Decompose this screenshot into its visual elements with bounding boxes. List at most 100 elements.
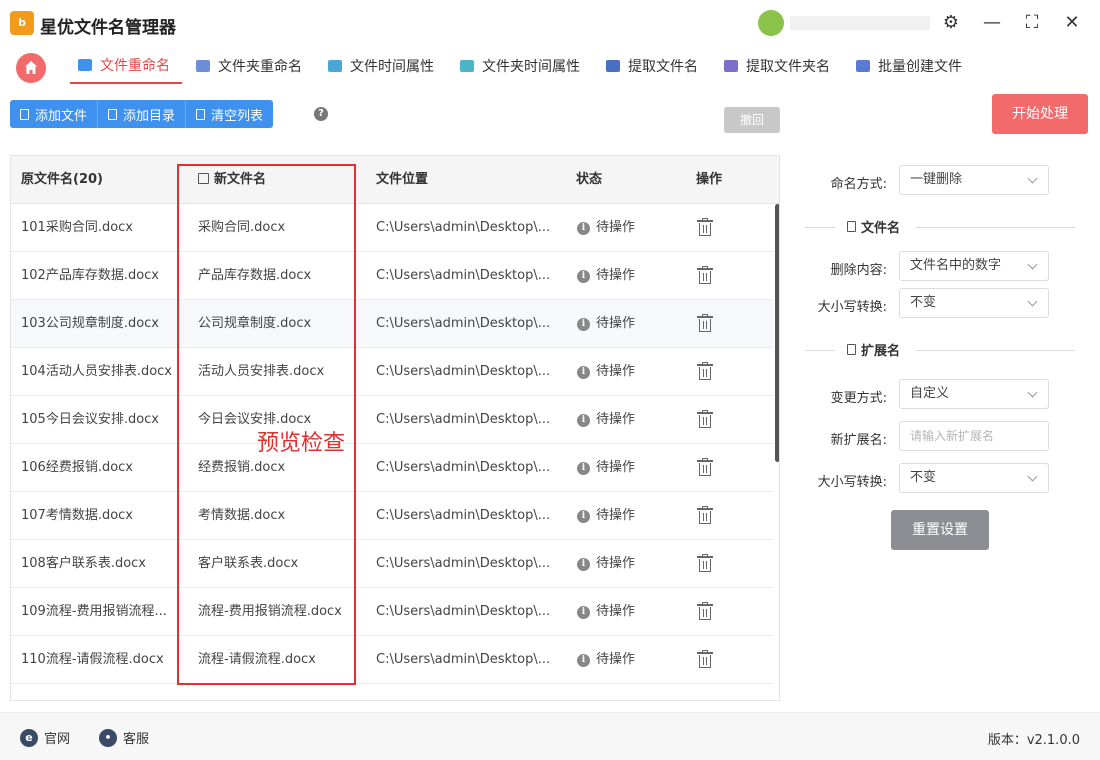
naming-method-select[interactable]: 一键删除: [899, 165, 1049, 195]
extract-filename-icon: [606, 60, 620, 72]
delete-row-icon[interactable]: [697, 314, 713, 332]
extension-case-select[interactable]: 不变: [899, 463, 1049, 493]
filename-section: 文件名: [805, 217, 1075, 237]
location-cell: C:\Users\admin\Desktop\...: [376, 652, 551, 667]
settings-icon[interactable]: ⚙: [938, 10, 964, 36]
tab-label: 文件夹重命名: [218, 59, 302, 75]
delete-row-icon[interactable]: [697, 650, 713, 668]
filename-case-select[interactable]: 不变: [899, 288, 1049, 318]
chat-icon: •: [99, 728, 117, 747]
info-icon: i: [577, 653, 590, 667]
close-button[interactable]: ✕: [1059, 10, 1085, 36]
footer: e 官网 • 客服 版本：v2.1.0.0: [0, 712, 1100, 760]
tab-folder-time[interactable]: 文件夹时间属性: [452, 48, 592, 84]
status-cell: i 待操作: [577, 444, 667, 492]
original-name-cell: 102产品库存数据.docx: [21, 268, 159, 283]
delete-content-select[interactable]: 文件名中的数字: [899, 251, 1049, 281]
user-avatar[interactable]: [758, 10, 784, 36]
home-button[interactable]: [16, 53, 46, 83]
document-icon: [847, 221, 856, 232]
location-cell: C:\Users\admin\Desktop\...: [376, 220, 551, 235]
app-title: 星优文件名管理器: [40, 18, 176, 38]
edit-icon: [198, 173, 209, 184]
tab-batch-create[interactable]: 批量创建文件: [848, 48, 974, 84]
ie-icon: e: [20, 728, 38, 747]
tab-extract-filename[interactable]: 提取文件名: [598, 48, 710, 84]
table-scrollbar[interactable]: [775, 204, 779, 462]
new-name-cell: 公司规章制度.docx: [198, 316, 312, 331]
app-logo-icon: b: [10, 11, 34, 35]
table-row[interactable]: 106经费报销.docx 经费报销.docx C:\Users\admin\Desk…: [11, 444, 773, 492]
flag-icon: [847, 344, 856, 355]
table-row[interactable]: 104活动人员安排表.docx 活动人员安排表.docx C:\Users\admi…: [11, 348, 773, 396]
undo-button[interactable]: 撤回: [724, 107, 780, 133]
table-body: 101采购合同.docx 采购合同.docx C:\Users\admin\Desk…: [11, 204, 773, 684]
folder-time-icon: [460, 60, 474, 72]
action-cell: [697, 588, 717, 636]
tab-folder-rename[interactable]: 文件夹重命名: [188, 48, 314, 84]
table-row[interactable]: 107考情数据.docx 考情数据.docx C:\Users\admin\Desk…: [11, 492, 773, 540]
chevron-down-icon: [1027, 173, 1038, 184]
minimize-button[interactable]: —: [979, 10, 1005, 36]
maximize-button[interactable]: ⛶: [1019, 10, 1045, 36]
header-original-name: 原文件名(20): [21, 172, 103, 187]
table-row[interactable]: 110流程-请假流程.docx 流程-请假流程.docx C:\Users\admi…: [11, 636, 773, 684]
header-action: 操作: [696, 172, 723, 187]
home-icon: [25, 61, 37, 74]
clear-list-button[interactable]: 清空列表: [186, 100, 274, 128]
extract-foldername-icon: [724, 60, 738, 72]
file-rename-icon: [78, 59, 92, 71]
table-row[interactable]: 109流程-费用报销流程... 流程-费用报销流程.docx C:\Users\ad…: [11, 588, 773, 636]
add-file-button[interactable]: 添加文件: [10, 100, 99, 128]
support-link[interactable]: • 客服: [99, 728, 149, 747]
new-extension-label: 新扩展名:: [830, 433, 887, 448]
table-row[interactable]: 101采购合同.docx 采购合同.docx C:\Users\admin\Desk…: [11, 204, 773, 252]
delete-row-icon[interactable]: [697, 602, 713, 620]
delete-row-icon[interactable]: [697, 362, 713, 380]
delete-row-icon[interactable]: [697, 506, 713, 524]
table-row[interactable]: 105今日会议安排.docx 今日会议安排.docx C:\Users\admin\…: [11, 396, 773, 444]
delete-row-icon[interactable]: [697, 458, 713, 476]
action-cell: [697, 444, 717, 492]
delete-row-icon[interactable]: [697, 266, 713, 284]
start-processing-button[interactable]: 开始处理: [992, 94, 1088, 134]
info-icon: i: [577, 605, 590, 619]
status-cell: i 待操作: [577, 636, 667, 684]
tab-bar: 文件重命名 文件夹重命名 文件时间属性 文件夹时间属性 提取文件名 提取文件夹名 批量创建文…: [70, 48, 980, 88]
reset-settings-button[interactable]: 重置设置: [891, 510, 989, 550]
website-link[interactable]: e 官网: [20, 728, 70, 747]
tab-file-rename[interactable]: 文件重命名: [70, 48, 182, 84]
header-status: 状态: [576, 172, 603, 187]
change-method-select[interactable]: 自定义: [899, 379, 1049, 409]
chevron-down-icon: [1027, 387, 1038, 398]
naming-method-label: 命名方式:: [830, 177, 887, 192]
chevron-down-icon: [1027, 471, 1038, 482]
batch-create-icon: [856, 60, 870, 72]
table-row[interactable]: 108客户联系表.docx 客户联系表.docx C:\Users\admin\De…: [11, 540, 773, 588]
header-new-name: 新文件名: [198, 156, 266, 204]
action-cell: [697, 204, 717, 252]
new-name-cell: 活动人员安排表.docx: [198, 364, 325, 379]
new-extension-input[interactable]: [899, 421, 1049, 451]
delete-row-icon[interactable]: [697, 218, 713, 236]
location-cell: C:\Users\admin\Desktop\...: [376, 508, 551, 523]
tab-extract-foldername[interactable]: 提取文件夹名: [716, 48, 842, 84]
action-cell: [697, 252, 717, 300]
add-directory-button[interactable]: 添加目录: [98, 100, 187, 128]
info-icon: i: [577, 557, 590, 571]
new-name-cell: 流程-费用报销流程.docx: [198, 604, 342, 619]
file-time-icon: [328, 60, 342, 72]
info-icon: i: [577, 461, 590, 475]
delete-row-icon[interactable]: [697, 410, 713, 428]
table-row[interactable]: 103公司规章制度.docx 公司规章制度.docx C:\Users\admin\…: [11, 300, 773, 348]
action-cell: [697, 492, 717, 540]
status-cell: i 待操作: [577, 588, 667, 636]
folder-doc-icon: [108, 108, 118, 120]
new-name-cell: 流程-请假流程.docx: [198, 652, 316, 667]
tab-file-time[interactable]: 文件时间属性: [320, 48, 446, 84]
table-row[interactable]: 102产品库存数据.docx 产品库存数据.docx C:\Users\admin\…: [11, 252, 773, 300]
help-icon[interactable]: ?: [314, 107, 328, 121]
tab-label: 提取文件名: [628, 59, 698, 75]
delete-row-icon[interactable]: [697, 554, 713, 572]
location-cell: C:\Users\admin\Desktop\...: [376, 556, 551, 571]
